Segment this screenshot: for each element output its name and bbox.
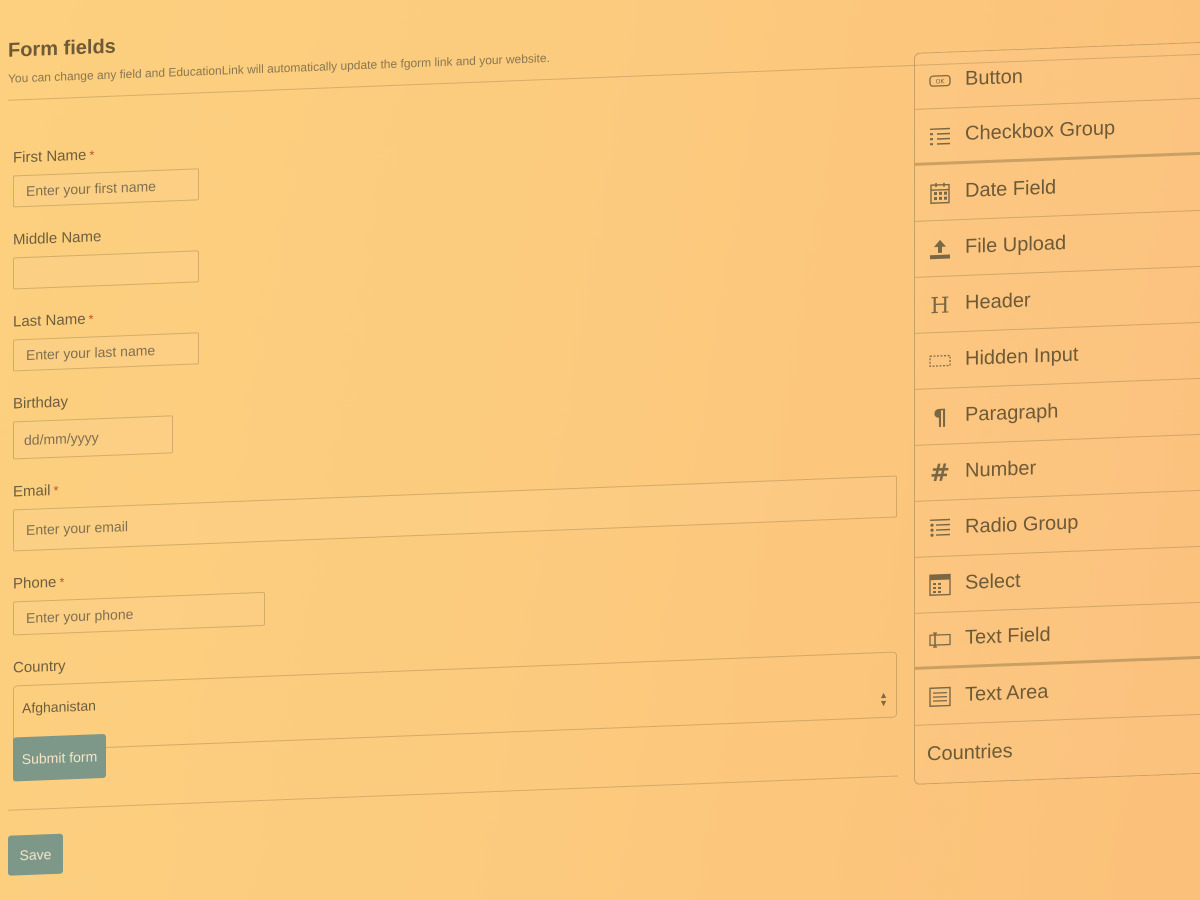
- page-title: Form fields: [8, 35, 116, 62]
- calendar-icon: [915, 180, 965, 204]
- email-input[interactable]: [13, 475, 897, 552]
- footer-divider: [8, 775, 898, 811]
- country-select[interactable]: Afghanistan ▲ ▼: [13, 651, 897, 752]
- last-name-label: Last Name *: [13, 310, 94, 331]
- form-builder-page: Form fields You can change any field and…: [0, 0, 1200, 900]
- phone-input[interactable]: [13, 591, 265, 636]
- required-mark: *: [59, 574, 65, 590]
- text-field-icon: [915, 630, 965, 648]
- birthday-label-text: Birthday: [13, 393, 69, 413]
- svg-text:H: H: [930, 293, 949, 316]
- svg-text:OK: OK: [936, 78, 946, 85]
- palette-item-label: File Upload: [965, 232, 1067, 258]
- select-icon: [915, 572, 965, 596]
- palette-item-label: Button: [965, 65, 1023, 90]
- text-area-icon: [915, 685, 965, 707]
- email-label-text: Email: [13, 482, 51, 501]
- phone-label-text: Phone: [13, 573, 57, 593]
- email-label: Email *: [13, 482, 59, 501]
- save-button[interactable]: Save: [8, 833, 63, 876]
- number-icon: #: [915, 460, 965, 484]
- paragraph-icon: ¶: [915, 404, 965, 428]
- phone-label: Phone *: [13, 574, 64, 593]
- palette-item-label: Header: [965, 289, 1031, 314]
- country-label-text: Country: [13, 657, 66, 677]
- country-label: Country: [13, 657, 66, 676]
- palette-item-label: Date Field: [965, 176, 1057, 202]
- last-name-label-text: Last Name: [13, 310, 86, 331]
- svg-text:¶: ¶: [933, 405, 947, 428]
- upload-icon: [915, 236, 965, 260]
- required-mark: *: [88, 311, 94, 327]
- checkbox-group-icon: [915, 124, 965, 146]
- select-arrows-icon: ▲ ▼: [879, 689, 888, 709]
- svg-text:#: #: [930, 461, 950, 484]
- birthday-label: Birthday: [13, 393, 68, 412]
- first-name-input[interactable]: [13, 168, 199, 208]
- palette-item-label: Hidden Input: [965, 343, 1079, 370]
- required-mark: *: [89, 147, 95, 163]
- palette-item-label: Select: [965, 569, 1021, 594]
- required-mark: *: [53, 482, 59, 498]
- middle-name-label-text: Middle Name: [13, 228, 102, 249]
- form-preview: First Name* Middle Name Last Name* Birth…: [8, 0, 897, 876]
- header-icon: H: [915, 292, 965, 316]
- palette-item-label: Paragraph: [965, 400, 1059, 426]
- birthday-date-input[interactable]: [13, 415, 173, 460]
- palette-item-label: Radio Group: [965, 511, 1079, 538]
- palette-item-label: Countries: [927, 739, 1013, 765]
- field-palette: OK Button Checkbox Group Date Field File…: [914, 41, 1200, 785]
- button-icon: OK: [915, 72, 965, 88]
- first-name-label-text: First Name: [13, 146, 87, 167]
- palette-item-label: Checkbox Group: [965, 117, 1116, 145]
- first-name-label: First Name *: [13, 146, 95, 167]
- middle-name-label: Middle Name: [13, 228, 101, 248]
- middle-name-input[interactable]: [13, 250, 199, 290]
- palette-item-label: Text Field: [965, 623, 1051, 649]
- hidden-input-icon: [915, 353, 965, 367]
- last-name-input[interactable]: [13, 332, 199, 372]
- radio-group-icon: [915, 516, 965, 540]
- palette-item-label: Text Area: [965, 680, 1049, 706]
- country-select-value: Afghanistan: [22, 697, 96, 717]
- palette-item-label: Number: [965, 457, 1037, 482]
- palette-item-countries[interactable]: Countries: [915, 714, 1200, 783]
- submit-form-button[interactable]: Submit form: [13, 733, 106, 782]
